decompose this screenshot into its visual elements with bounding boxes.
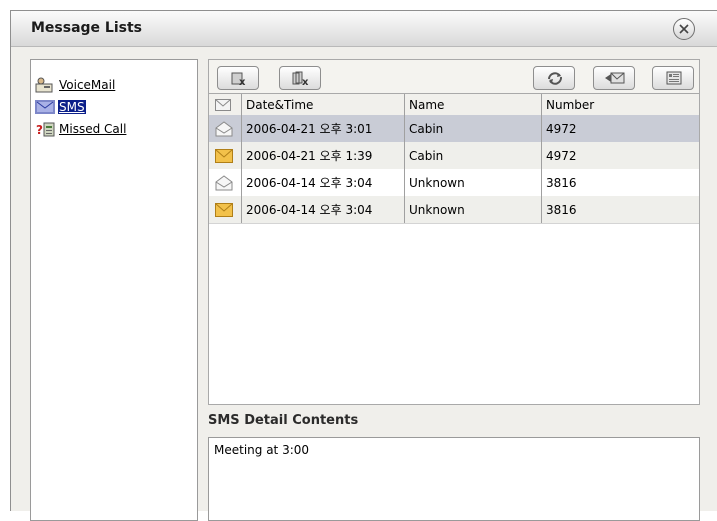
tree-item-label: Missed Call — [59, 122, 127, 136]
message-table: Date&Time Name Number 2006-04-21 오후 3:01… — [208, 93, 700, 405]
row-name: Cabin — [405, 142, 542, 169]
close-icon — [679, 24, 689, 34]
toolbar: x x — [208, 59, 700, 93]
sms-icon — [35, 99, 55, 115]
delete-icon: x — [231, 72, 246, 86]
table-row[interactable]: 2006-04-14 오후 3:04 Unknown 3816 — [209, 169, 699, 197]
voicemail-icon — [35, 77, 55, 93]
row-number: 3816 — [546, 175, 577, 190]
table-row[interactable]: 2006-04-14 오후 3:04 Unknown 3816 — [209, 196, 699, 224]
row-status — [209, 142, 242, 169]
close-button[interactable] — [673, 18, 695, 40]
row-name: Unknown — [405, 169, 542, 196]
folder-tree: VoiceMail SMS ? Missed Call — [30, 59, 198, 521]
contacts-icon — [666, 71, 682, 85]
missed-call-icon: ? — [35, 121, 55, 137]
delete-all-icon: x — [292, 71, 309, 86]
tree-item-sms[interactable]: SMS — [35, 98, 86, 116]
unread-envelope-icon — [215, 148, 233, 163]
table-row[interactable]: 2006-04-21 오후 1:39 Cabin 4972 — [209, 142, 699, 170]
table-header: Date&Time Name Number — [209, 94, 699, 116]
table-row[interactable]: 2006-04-21 오후 3:01 Cabin 4972 — [209, 115, 699, 143]
tree-item-label: VoiceMail — [59, 78, 116, 92]
row-datetime: 2006-04-21 오후 1:39 — [242, 142, 405, 169]
tree-item-missed-call[interactable]: ? Missed Call — [35, 120, 127, 138]
reply-button[interactable] — [593, 66, 635, 90]
row-number: 3816 — [546, 202, 577, 217]
unread-envelope-icon — [215, 202, 233, 217]
row-datetime: 2006-04-14 오후 3:04 — [242, 196, 405, 223]
window-title: Message Lists — [31, 20, 143, 36]
read-envelope-icon — [215, 120, 233, 136]
header-number[interactable]: Number — [542, 94, 699, 115]
svg-text:x: x — [239, 77, 246, 86]
tree-item-voicemail[interactable]: VoiceMail — [35, 76, 116, 94]
delete-button[interactable]: x — [217, 66, 259, 90]
row-status — [209, 196, 242, 223]
detail-label: SMS Detail Contents — [208, 413, 359, 428]
reply-icon — [605, 72, 625, 84]
header-name[interactable]: Name — [405, 94, 542, 115]
title-bar: Message Lists — [11, 11, 717, 47]
detail-content[interactable]: Meeting at 3:00 — [208, 437, 700, 521]
row-number: 4972 — [546, 121, 577, 136]
refresh-icon — [548, 72, 563, 85]
row-name: Unknown — [405, 196, 542, 223]
row-status — [209, 115, 242, 142]
delete-all-button[interactable]: x — [279, 66, 321, 90]
row-status — [209, 169, 242, 196]
tree-item-label: SMS — [58, 100, 86, 114]
row-datetime: 2006-04-21 오후 3:01 — [242, 115, 405, 142]
message-lists-window: Message Lists VoiceMail SMS ? Missed Cal… — [10, 10, 717, 521]
envelope-header-icon — [215, 98, 231, 111]
read-envelope-icon — [215, 174, 233, 190]
row-number: 4972 — [546, 148, 577, 163]
header-datetime[interactable]: Date&Time — [242, 94, 405, 115]
row-datetime: 2006-04-14 오후 3:04 — [242, 169, 405, 196]
header-status[interactable] — [209, 94, 242, 115]
row-name: Cabin — [405, 115, 542, 142]
contacts-button[interactable] — [652, 66, 694, 90]
svg-text:?: ? — [36, 123, 43, 137]
refresh-button[interactable] — [533, 66, 575, 90]
svg-text:x: x — [302, 77, 309, 86]
